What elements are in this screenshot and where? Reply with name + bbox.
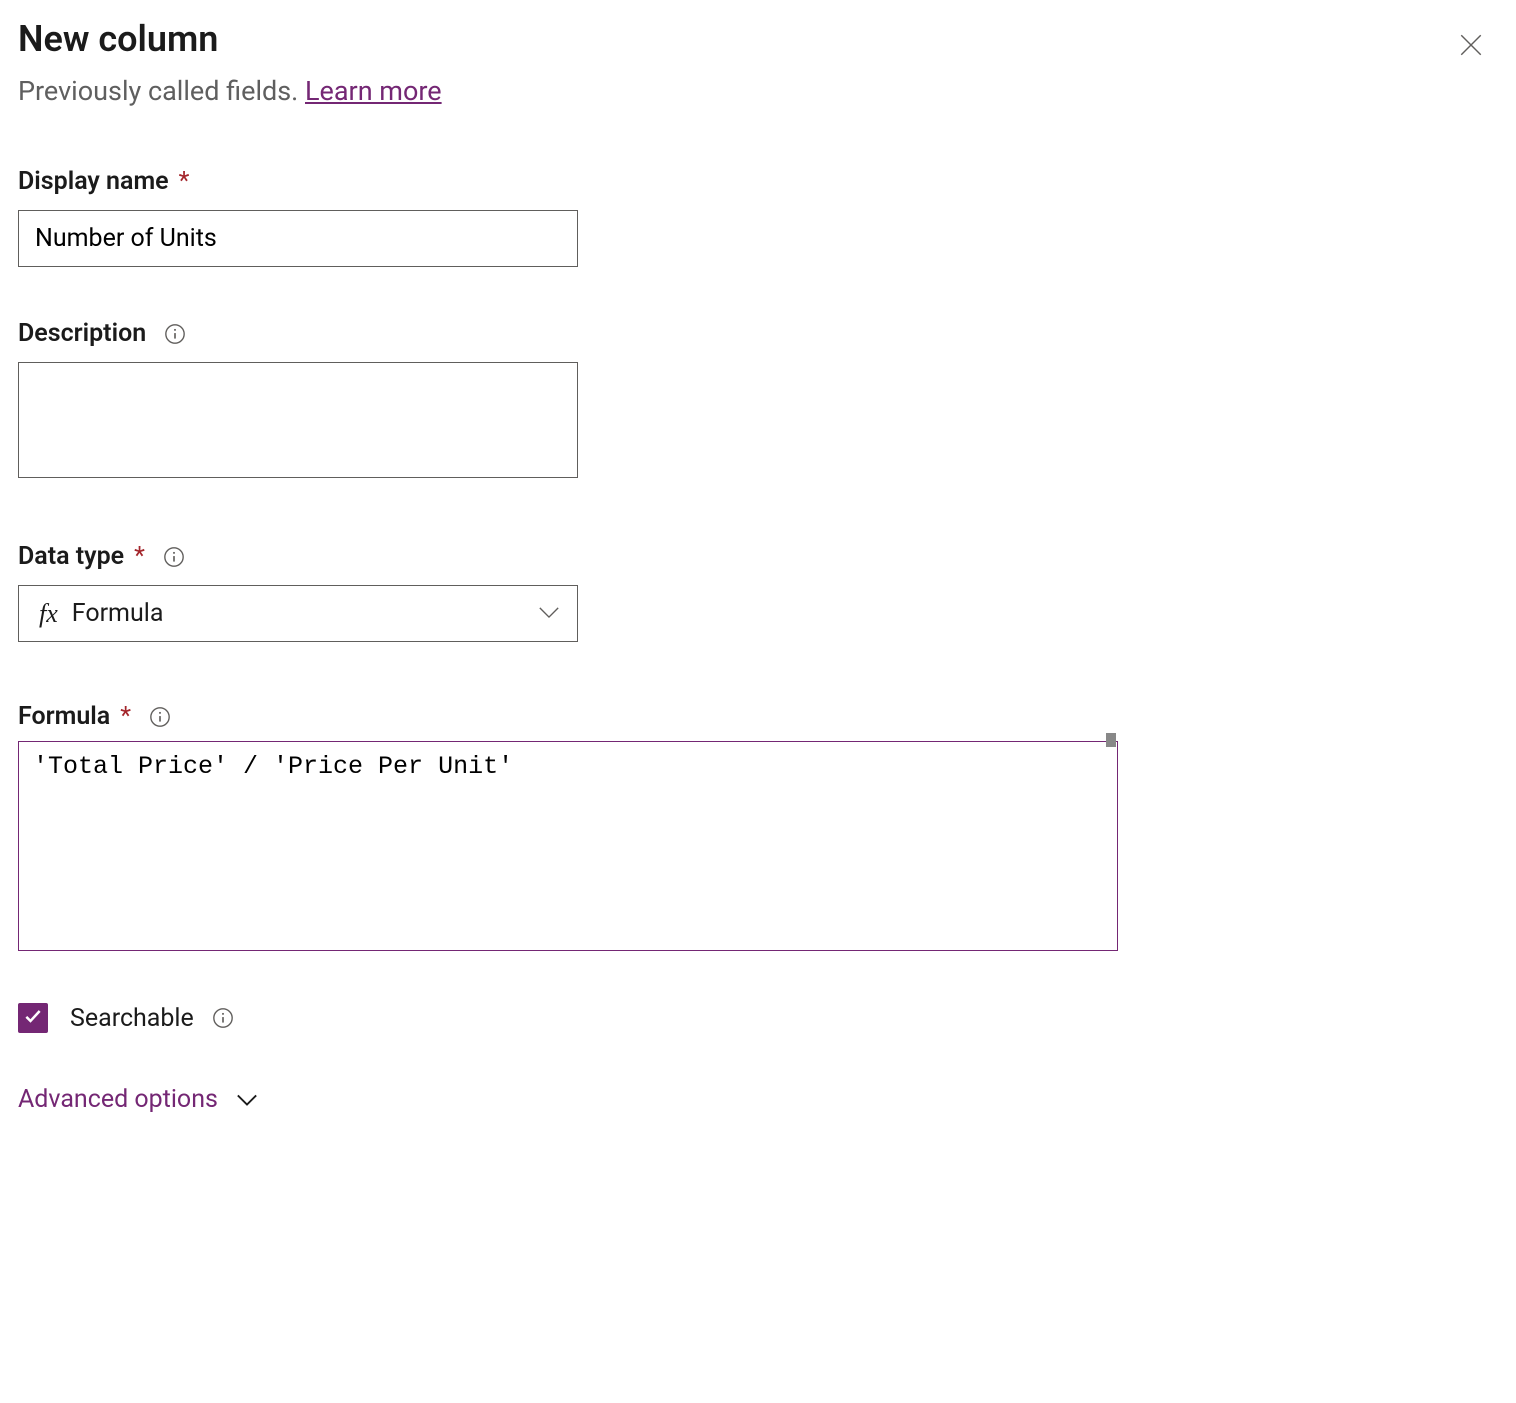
info-icon[interactable] [164,323,186,345]
advanced-options-label: Advanced options [18,1085,218,1114]
formula-label-text: Formula [18,702,110,731]
display-name-label: Display name * [18,167,1498,196]
panel-subtitle: Previously called fields. Learn more [18,75,442,107]
subtitle-text: Previously called fields. [18,75,305,107]
panel-header: New column Previously called fields. Lea… [18,18,1498,107]
header-text-block: New column Previously called fields. Lea… [18,18,442,107]
formula-input[interactable] [18,741,1118,951]
display-name-group: Display name * [18,167,1498,267]
data-type-select-wrap: fx Formula [18,585,578,642]
description-label: Description [18,319,1498,348]
description-label-text: Description [18,319,146,348]
data-type-value: Formula [72,599,164,628]
data-type-label: Data type * [18,542,1498,571]
advanced-options-toggle[interactable]: Advanced options [18,1085,1498,1114]
searchable-row: Searchable [18,1003,1498,1033]
required-indicator: * [120,702,131,731]
check-icon [23,1006,43,1030]
searchable-label: Searchable [70,1004,194,1033]
formula-editor-wrap [18,731,1118,955]
description-group: Description [18,319,1498,482]
close-button[interactable] [1450,24,1492,69]
data-type-select[interactable]: fx Formula [18,585,578,642]
formula-label: Formula * [18,702,1498,731]
display-name-input[interactable] [18,210,578,267]
info-icon[interactable] [163,546,185,568]
description-input[interactable] [18,362,578,478]
info-icon[interactable] [212,1007,234,1029]
searchable-checkbox[interactable] [18,1003,48,1033]
formula-group: Formula * [18,702,1498,955]
data-type-group: Data type * fx Formula [18,542,1498,642]
panel-title: New column [18,18,442,61]
learn-more-link[interactable]: Learn more [305,75,442,107]
close-icon [1458,32,1484,61]
data-type-label-text: Data type [18,542,124,571]
required-indicator: * [179,167,190,196]
chevron-down-icon [236,1093,258,1107]
required-indicator: * [134,542,145,571]
display-name-label-text: Display name [18,167,169,196]
fx-icon: fx [39,599,58,629]
info-icon[interactable] [149,706,171,728]
scrollbar-thumb[interactable] [1106,733,1116,747]
